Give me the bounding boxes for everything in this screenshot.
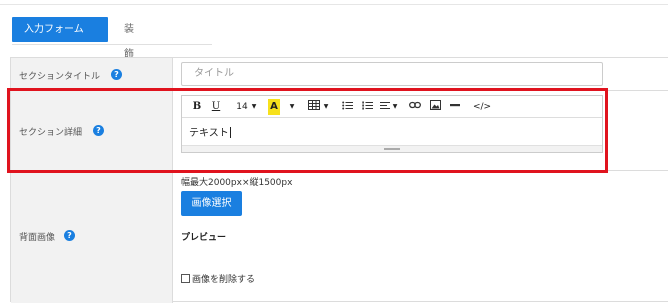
underline-button[interactable]: U	[209, 99, 223, 115]
numbered-list-icon[interactable]	[360, 99, 374, 115]
label-cell: セクションタイトル ?	[11, 58, 173, 90]
section-detail-row: セクション詳細 ? B U 14 ▼ A ▼ ▼ ▼ </> テキスト	[11, 91, 668, 171]
rich-text-editor: B U 14 ▼ A ▼ ▼ ▼ </> テキスト	[181, 95, 603, 153]
bullet-list-icon[interactable]	[340, 99, 354, 115]
background-image-row: 背面画像 ? 幅最大2000px×縦1500px 画像選択 プレビュー 画像を削…	[11, 171, 668, 303]
form-table: セクションタイトル ? タイトル セクション詳細 ? B U 14 ▼ A ▼ …	[10, 57, 668, 303]
delete-image-option[interactable]: 画像を削除する	[181, 272, 255, 285]
text-cursor	[229, 127, 231, 138]
section-title-input[interactable]: タイトル	[181, 62, 603, 86]
code-view-button[interactable]: </>	[472, 99, 492, 115]
section-title-row: セクションタイトル ? タイトル	[11, 58, 668, 91]
preview-label: プレビュー	[181, 233, 227, 243]
font-color-button[interactable]: A	[268, 99, 280, 115]
help-icon[interactable]: ?	[111, 69, 122, 80]
label-cell: 背面画像 ?	[11, 171, 173, 303]
align-icon[interactable]	[379, 99, 391, 115]
label-cell: セクション詳細 ?	[11, 91, 173, 170]
table-icon[interactable]	[306, 99, 322, 115]
help-icon[interactable]: ?	[64, 230, 75, 241]
link-icon[interactable]	[408, 99, 422, 115]
help-icon[interactable]: ?	[93, 125, 104, 136]
chevron-down-icon[interactable]: ▼	[391, 99, 399, 115]
delete-image-label: 画像を削除する	[192, 275, 256, 285]
section-detail-label: セクション詳細	[19, 128, 83, 138]
image-size-note: 幅最大2000px×縦1500px	[181, 178, 293, 188]
bold-button[interactable]: B	[190, 99, 204, 115]
tab-underline	[12, 44, 212, 45]
editor-content[interactable]: テキスト	[189, 124, 231, 139]
chevron-down-icon: ▼	[251, 103, 257, 110]
chevron-down-icon[interactable]: ▼	[288, 99, 296, 115]
delete-image-checkbox[interactable]	[181, 274, 190, 283]
tab-input-form[interactable]: 入力フォーム	[12, 17, 108, 42]
font-size-dropdown[interactable]: 14	[234, 99, 250, 115]
editor-toolbar: B U 14 ▼ A ▼ ▼ ▼ </>	[182, 96, 602, 118]
section-title-label: セクションタイトル	[19, 72, 101, 82]
editor-resize-handle[interactable]	[182, 145, 602, 152]
grip-icon	[384, 148, 400, 150]
chevron-down-icon[interactable]: ▼	[322, 99, 330, 115]
select-image-button[interactable]: 画像選択	[181, 191, 242, 216]
editor-text: テキスト	[189, 128, 229, 139]
horizontal-rule-icon[interactable]	[448, 99, 462, 115]
background-image-label: 背面画像	[19, 233, 56, 243]
tab-decoration-settings[interactable]: 装飾設定	[124, 17, 134, 110]
image-icon[interactable]	[428, 99, 442, 115]
top-divider	[0, 4, 668, 5]
